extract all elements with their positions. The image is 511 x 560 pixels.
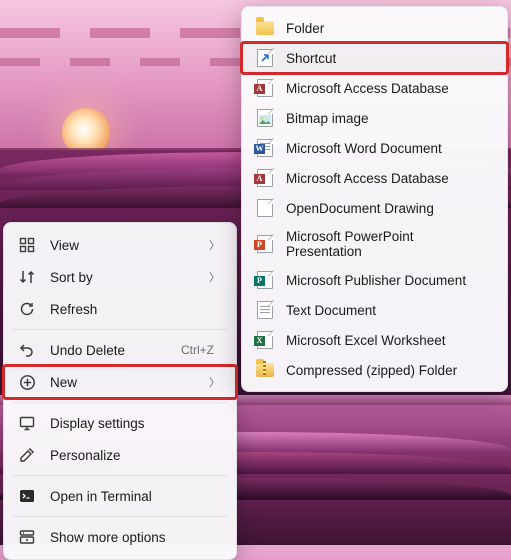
sort-icon [18, 268, 36, 286]
menu-separator [12, 475, 228, 476]
chevron-right-icon: 〉 [209, 237, 220, 253]
submenu-item-access-database-2[interactable]: A Microsoft Access Database [242, 163, 507, 193]
submenu-item-label: Microsoft PowerPoint Presentation [286, 229, 493, 259]
submenu-item-word-document[interactable]: W Microsoft Word Document [242, 133, 507, 163]
submenu-item-label: Microsoft Excel Worksheet [286, 333, 446, 348]
text-icon [256, 301, 274, 319]
menu-separator [12, 516, 228, 517]
submenu-item-label: Compressed (zipped) Folder [286, 363, 457, 378]
powerpoint-icon: P [256, 235, 274, 253]
submenu-item-label: Microsoft Access Database [286, 81, 449, 96]
desktop-context-menu: View 〉 Sort by 〉 Refresh Undo Delete Ctr… [3, 222, 237, 560]
menu-item-label: New [50, 375, 195, 390]
access-icon: A [256, 79, 274, 97]
menu-item-label: Show more options [50, 530, 222, 545]
personalize-icon [18, 446, 36, 464]
bitmap-icon [256, 109, 274, 127]
publisher-icon: P [256, 271, 274, 289]
refresh-icon [18, 300, 36, 318]
view-icon [18, 236, 36, 254]
menu-item-display-settings[interactable]: Display settings [4, 407, 236, 439]
submenu-item-access-database[interactable]: A Microsoft Access Database [242, 73, 507, 103]
word-icon: W [256, 139, 274, 157]
menu-separator [12, 402, 228, 403]
submenu-item-shortcut[interactable]: Shortcut [242, 43, 507, 73]
menu-item-label: Refresh [50, 302, 222, 317]
undo-icon [18, 341, 36, 359]
menu-separator [12, 329, 228, 330]
display-icon [18, 414, 36, 432]
submenu-item-label: Folder [286, 21, 324, 36]
submenu-item-label: Text Document [286, 303, 376, 318]
submenu-item-powerpoint-presentation[interactable]: P Microsoft PowerPoint Presentation [242, 223, 507, 265]
menu-item-view[interactable]: View 〉 [4, 229, 236, 261]
chevron-right-icon: 〉 [209, 269, 220, 285]
menu-item-label: Personalize [50, 448, 222, 463]
submenu-item-label: Bitmap image [286, 111, 369, 126]
menu-item-open-in-terminal[interactable]: Open in Terminal [4, 480, 236, 512]
submenu-item-text-document[interactable]: Text Document [242, 295, 507, 325]
submenu-item-label: Microsoft Publisher Document [286, 273, 466, 288]
shortcut-icon [256, 49, 274, 67]
menu-item-refresh[interactable]: Refresh [4, 293, 236, 325]
submenu-item-publisher-document[interactable]: P Microsoft Publisher Document [242, 265, 507, 295]
terminal-icon [18, 487, 36, 505]
menu-item-personalize[interactable]: Personalize [4, 439, 236, 471]
menu-item-sort-by[interactable]: Sort by 〉 [4, 261, 236, 293]
submenu-item-folder[interactable]: Folder [242, 13, 507, 43]
menu-item-shortcut: Ctrl+Z [181, 343, 214, 357]
submenu-item-excel-worksheet[interactable]: X Microsoft Excel Worksheet [242, 325, 507, 355]
more-options-icon [18, 528, 36, 546]
chevron-right-icon: 〉 [209, 374, 220, 390]
access-icon: A [256, 169, 274, 187]
new-icon [18, 373, 36, 391]
submenu-item-label: OpenDocument Drawing [286, 201, 434, 216]
menu-item-undo-delete[interactable]: Undo Delete Ctrl+Z [4, 334, 236, 366]
new-submenu: Folder Shortcut A Microsoft Access Datab… [241, 6, 508, 392]
submenu-item-opendocument-drawing[interactable]: OpenDocument Drawing [242, 193, 507, 223]
menu-item-label: View [50, 238, 195, 253]
menu-item-show-more-options[interactable]: Show more options [4, 521, 236, 553]
submenu-item-label: Microsoft Access Database [286, 171, 449, 186]
menu-item-label: Sort by [50, 270, 195, 285]
excel-icon: X [256, 331, 274, 349]
odg-icon [256, 199, 274, 217]
menu-item-label: Display settings [50, 416, 222, 431]
menu-item-new[interactable]: New 〉 [4, 366, 236, 398]
menu-item-label: Undo Delete [50, 343, 167, 358]
submenu-item-label: Microsoft Word Document [286, 141, 442, 156]
zip-folder-icon [256, 361, 274, 379]
submenu-item-compressed-folder[interactable]: Compressed (zipped) Folder [242, 355, 507, 385]
folder-icon [256, 19, 274, 37]
submenu-item-label: Shortcut [286, 51, 336, 66]
submenu-item-bitmap-image[interactable]: Bitmap image [242, 103, 507, 133]
menu-item-label: Open in Terminal [50, 489, 222, 504]
